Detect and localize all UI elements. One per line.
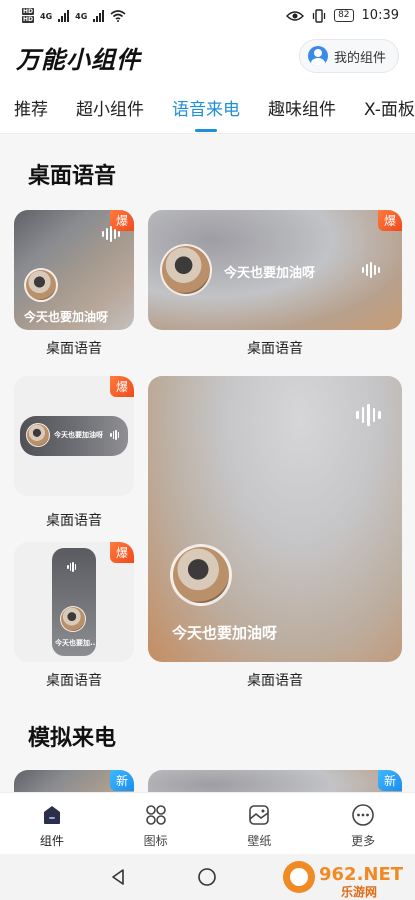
widget-card-desktop-voice[interactable]: 爆 今天也要加... xyxy=(14,542,134,662)
widget-card-desktop-voice-large[interactable]: 今天也要加油呀 xyxy=(148,376,402,662)
network-label: 4G xyxy=(40,11,53,21)
home-icon[interactable] xyxy=(197,867,217,887)
widget-caption: 今天也要加油呀 xyxy=(24,310,109,324)
hot-badge: 爆 xyxy=(109,542,134,563)
hd-label: HD xyxy=(22,16,35,23)
widget-caption: 今天也要加油呀 xyxy=(172,624,278,642)
more-icon xyxy=(352,804,374,826)
avatar xyxy=(24,268,58,302)
sound-wave-icon xyxy=(362,262,380,278)
status-left: HD HD 4G 4G xyxy=(22,8,126,24)
nav-wallpaper[interactable]: 壁纸 xyxy=(208,793,312,854)
vibrate-icon xyxy=(312,8,326,23)
nav-label: 更多 xyxy=(351,834,376,848)
tab-x-panel[interactable]: X-面板 xyxy=(364,95,415,120)
widget-card-desktop-voice[interactable]: 爆 今天也要加油呀 xyxy=(14,376,134,496)
battery-icon: 82 xyxy=(334,9,354,22)
my-widgets-button[interactable]: 我的组件 xyxy=(298,39,399,73)
widget-card-label: 桌面语音 xyxy=(46,341,102,357)
tab-mini-widgets[interactable]: 超小组件 xyxy=(76,95,144,120)
voice-pill-preview: 今天也要加... xyxy=(52,548,98,656)
new-badge: 新 xyxy=(109,770,134,791)
widget-caption: 今天也要加油呀 xyxy=(224,266,316,281)
hot-badge: 爆 xyxy=(377,210,402,231)
avatar xyxy=(60,606,86,632)
avatar xyxy=(26,423,50,447)
widget-card-label: 桌面语音 xyxy=(247,673,303,689)
nav-label: 图标 xyxy=(143,834,168,848)
wifi-icon xyxy=(110,10,126,22)
widget-card-fake-call[interactable]: 新 xyxy=(148,770,402,792)
widget-card-desktop-voice[interactable]: 爆 今天也要加油呀 xyxy=(148,210,402,330)
section-title-desktop-voice: 桌面语音 xyxy=(28,164,117,189)
hot-badge: 爆 xyxy=(109,376,134,397)
avatar xyxy=(170,544,232,606)
widget-caption: 今天也要加油呀 xyxy=(54,431,103,439)
signal-icon xyxy=(58,10,70,22)
hd-label: HD xyxy=(22,8,35,15)
hd-icon: HD HD xyxy=(22,8,35,24)
widget-icon xyxy=(43,806,60,824)
wallpaper-icon xyxy=(249,805,270,825)
tab-fun-widgets[interactable]: 趣味组件 xyxy=(268,95,336,120)
signal-icon xyxy=(93,10,105,22)
watermark-logo: 962.NET 乐游网 xyxy=(283,861,404,899)
icons-grid-icon xyxy=(145,805,166,825)
system-nav-bar: 962.NET 乐游网 xyxy=(0,854,415,900)
nav-icons[interactable]: 图标 xyxy=(104,793,208,854)
app-header: 万能小组件 我的组件 xyxy=(0,34,415,82)
status-bar: HD HD 4G 4G 82 10:39 xyxy=(0,0,415,34)
content-scroll[interactable]: 桌面语音 爆 今天也要加油呀 桌面语音 爆 今天也要加油呀 桌面语音 爆 今天也… xyxy=(0,134,415,792)
sound-wave-icon xyxy=(110,430,119,440)
widget-card-fake-call[interactable]: 新 xyxy=(14,770,134,792)
bottom-nav: 组件 图标 壁纸 更多 xyxy=(0,792,415,854)
widget-card-label: 桌面语音 xyxy=(46,513,102,529)
widget-caption: 今天也要加... xyxy=(55,639,98,647)
widget-card-label: 桌面语音 xyxy=(247,341,303,357)
user-avatar-icon xyxy=(307,46,328,66)
eye-icon xyxy=(286,10,305,21)
status-right: 82 10:39 xyxy=(286,8,399,23)
category-tabs: 推荐 超小组件 语音来电 趣味组件 X-面板 xyxy=(0,82,415,134)
watermark-brand: 962.NET xyxy=(319,864,404,885)
nav-widgets[interactable]: 组件 xyxy=(0,793,104,854)
nav-label: 壁纸 xyxy=(247,834,272,848)
sound-wave-icon xyxy=(102,226,120,242)
network-label: 4G xyxy=(75,11,88,21)
back-icon[interactable] xyxy=(108,867,128,887)
sound-wave-icon xyxy=(67,562,76,572)
section-title-fake-call: 模拟来电 xyxy=(28,726,117,751)
avatar xyxy=(160,244,212,296)
my-widgets-label: 我的组件 xyxy=(333,50,386,66)
watermark-sub: 乐游网 xyxy=(341,884,377,899)
voice-pill-preview: 今天也要加油呀 xyxy=(20,416,128,456)
widget-card-label: 桌面语音 xyxy=(46,673,102,689)
widget-card-desktop-voice[interactable]: 爆 今天也要加油呀 xyxy=(14,210,134,330)
tab-voice-call[interactable]: 语音来电 xyxy=(172,95,240,132)
nav-more[interactable]: 更多 xyxy=(311,793,415,854)
nav-label: 组件 xyxy=(39,834,64,848)
clock: 10:39 xyxy=(361,8,399,23)
tab-recommend[interactable]: 推荐 xyxy=(14,95,48,120)
sound-wave-icon xyxy=(356,404,381,426)
new-badge: 新 xyxy=(377,770,402,791)
app-title: 万能小组件 xyxy=(16,46,141,74)
